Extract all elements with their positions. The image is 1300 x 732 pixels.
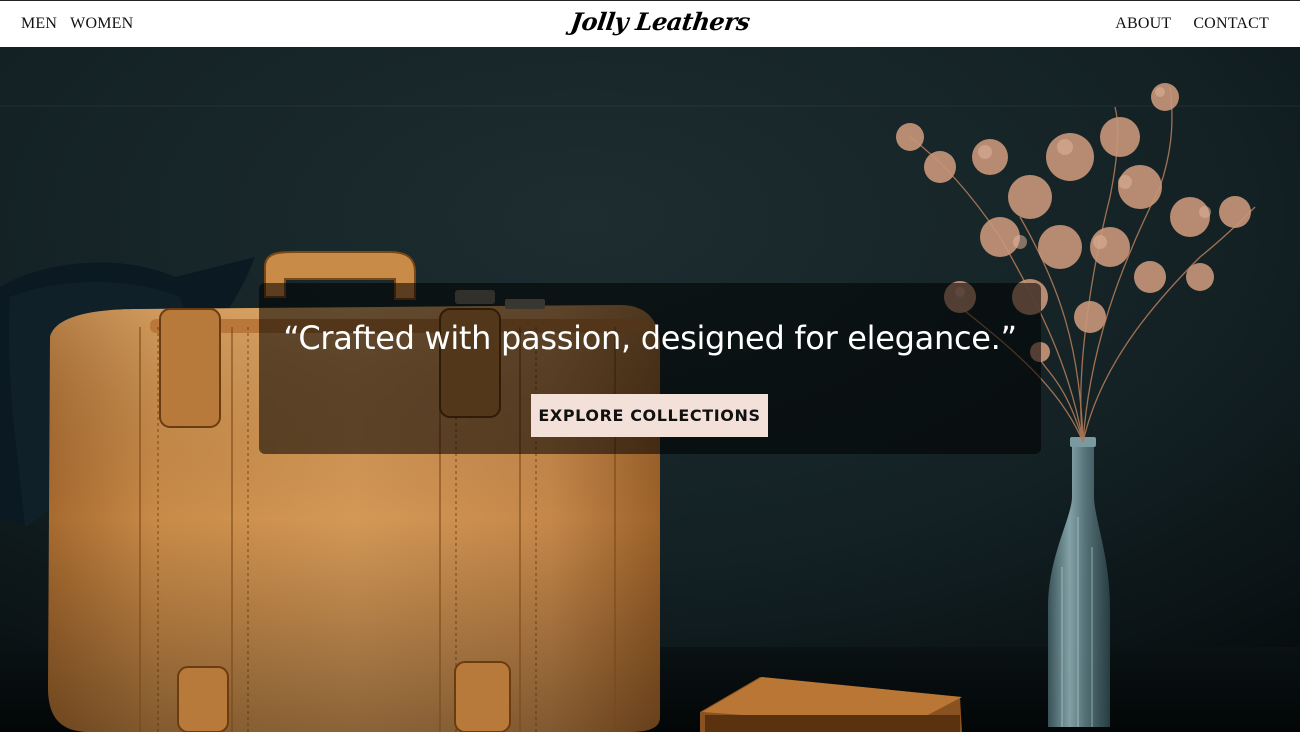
hero-tagline: “Crafted with passion, designed for eleg… [283,319,1017,357]
brand-logo[interactable]: Jolly Leathers [569,7,752,36]
top-navbar: MEN WOMEN Jolly Leathers ABOUT CONTACT [0,0,1300,47]
explore-collections-button[interactable]: EXPLORE COLLECTIONS [531,394,768,437]
nav-link-women[interactable]: WOMEN [70,15,133,33]
nav-left-group: MEN WOMEN [21,15,133,33]
nav-link-contact[interactable]: CONTACT [1193,15,1269,33]
hero-overlay-panel: “Crafted with passion, designed for eleg… [259,283,1041,454]
nav-right-group: ABOUT CONTACT [1115,15,1269,33]
hero-section: “Crafted with passion, designed for eleg… [0,47,1300,732]
nav-link-men[interactable]: MEN [21,15,57,33]
nav-link-about[interactable]: ABOUT [1115,15,1171,33]
